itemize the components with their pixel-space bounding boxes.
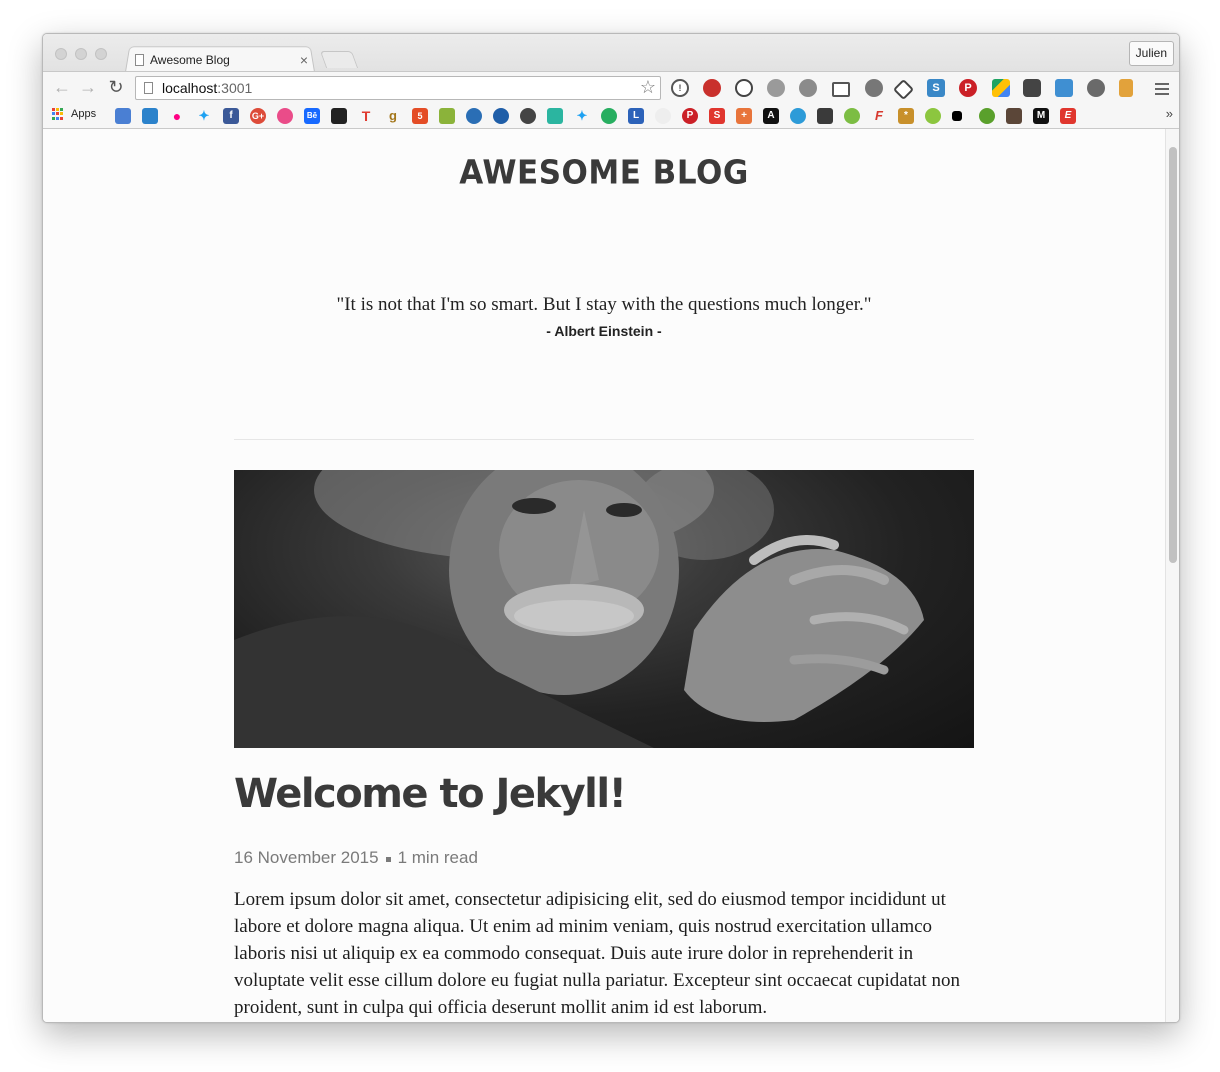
extension-eyedropper-icon[interactable] — [865, 79, 883, 97]
bookmark-facebook-icon[interactable]: f — [223, 108, 239, 124]
extension-camera-icon[interactable] — [1023, 79, 1041, 97]
bookmark-bird-icon[interactable]: ✦ — [574, 108, 590, 124]
scrollbar-thumb[interactable] — [1169, 147, 1177, 563]
bookmark-f-icon[interactable]: F — [871, 108, 887, 124]
bookmark-circle-icon[interactable] — [493, 108, 509, 124]
forward-icon[interactable]: → — [77, 76, 99, 98]
apps-label: Apps — [71, 108, 97, 120]
reload-icon[interactable]: ↻ — [105, 76, 127, 98]
post-date: 16 November 2015 — [234, 848, 379, 867]
tab-close-icon[interactable]: × — [297, 52, 311, 68]
bookmark-html5-icon[interactable]: 5 — [412, 108, 428, 124]
extension-stop-icon[interactable] — [735, 79, 753, 97]
bookmark-twitter-icon[interactable]: ✦ — [196, 108, 212, 124]
bookmark-teal-icon[interactable] — [547, 108, 563, 124]
bookmark-blue-circle-icon[interactable] — [790, 108, 806, 124]
extension-recycle-icon[interactable] — [767, 79, 785, 97]
page-icon — [135, 54, 144, 66]
post-read-time: 1 min read — [397, 848, 478, 867]
bookmark-l-icon[interactable]: L — [628, 108, 644, 124]
bookmark-drop-icon[interactable] — [466, 108, 482, 124]
bookmark-g-icon[interactable]: g — [385, 108, 401, 124]
extension-info-icon[interactable]: ! — [671, 79, 689, 97]
extension-diamond-icon[interactable] — [892, 78, 915, 101]
tab-title: Awesome Blog — [150, 53, 230, 67]
apps-grid-icon — [52, 108, 64, 120]
bookmark-e-icon[interactable]: E — [1060, 108, 1076, 124]
bookmark-sprout-icon[interactable] — [979, 108, 995, 124]
bookmark-chart-icon[interactable] — [439, 108, 455, 124]
page-content: AWESOME BLOG "It is not that I'm so smar… — [43, 129, 1165, 1022]
bookmark-square-icon[interactable] — [952, 111, 962, 121]
bookmark-behance-icon[interactable]: Bē — [304, 108, 320, 124]
extension-cast-icon[interactable] — [832, 82, 850, 97]
profile-button[interactable]: Julien — [1128, 41, 1174, 66]
post-hero-image[interactable] — [234, 470, 974, 748]
header-quote: "It is not that I'm so smart. But I stay… — [336, 294, 872, 315]
post-title[interactable]: Welcome to Jekyll! — [234, 771, 627, 817]
bookmark-panda-icon[interactable] — [655, 108, 671, 124]
bookmark-pinterest-icon[interactable]: P — [682, 108, 698, 124]
bookmarks-bar: Apps ● ✦ f G+ Bē T g 5 ✦ L P S + A F * M… — [43, 103, 1179, 129]
extension-pinterest-icon[interactable]: P — [959, 79, 977, 97]
extension-reel-icon[interactable] — [799, 79, 817, 97]
bookmark-flickr-icon[interactable]: ● — [169, 108, 185, 124]
bookmark-s-icon[interactable]: S — [709, 108, 725, 124]
browser-tab[interactable]: Awesome Blog × — [135, 50, 311, 70]
bookmark-video-icon[interactable] — [331, 108, 347, 124]
bookmark-trello-icon[interactable] — [142, 108, 158, 124]
browser-toolbar: ← → ↻ localhost:3001 ☆ ! S P — [43, 71, 1179, 104]
bookmark-asterisk-icon[interactable]: * — [898, 108, 914, 124]
extension-ruler-icon[interactable] — [1119, 79, 1133, 97]
bookmarks-overflow-icon[interactable]: » — [1166, 106, 1173, 121]
bookmark-apps[interactable]: Apps — [52, 108, 96, 120]
bookmark-m-icon[interactable]: M — [1033, 108, 1049, 124]
bookmark-layers-icon[interactable] — [817, 108, 833, 124]
page-icon — [144, 82, 153, 94]
bookmark-t-icon[interactable]: T — [358, 108, 374, 124]
bookmark-star-icon[interactable]: ☆ — [640, 77, 656, 98]
bookmark-frog-icon[interactable] — [844, 108, 860, 124]
minimize-window-button[interactable] — [75, 48, 87, 60]
bookmark-googleplus-icon[interactable]: G+ — [250, 108, 266, 124]
post-meta: 16 November 2015 1 min read — [234, 848, 478, 868]
new-tab-button[interactable] — [319, 51, 359, 68]
back-icon[interactable]: ← — [51, 76, 73, 98]
extension-s-icon[interactable]: S — [927, 79, 945, 97]
extension-adblock-icon[interactable] — [703, 79, 721, 97]
bookmark-cat-icon[interactable] — [1006, 108, 1022, 124]
bookmark-dribbble-icon[interactable] — [277, 108, 293, 124]
bookmark-plus-icon[interactable]: + — [736, 108, 752, 124]
post-excerpt: Lorem ipsum dolor sit amet, consectetur … — [234, 889, 960, 1018]
quote-author: - Albert Einstein - — [546, 323, 662, 339]
bookmark-a-icon[interactable]: A — [763, 108, 779, 124]
divider — [234, 439, 974, 440]
bookmark-gear-icon[interactable] — [520, 108, 536, 124]
bookmark-leaf2-icon[interactable] — [925, 108, 941, 124]
menu-icon[interactable] — [1155, 83, 1169, 98]
close-window-button[interactable] — [55, 48, 67, 60]
site-title[interactable]: AWESOME BLOG — [43, 154, 1165, 192]
address-bar[interactable]: localhost:3001 ☆ — [135, 76, 661, 100]
extension-drive-icon[interactable] — [992, 79, 1010, 97]
extension-box-icon[interactable] — [1055, 79, 1073, 97]
url-port: :3001 — [217, 80, 253, 96]
bookmark-mail-icon[interactable] — [115, 108, 131, 124]
extension-cloud-icon[interactable] — [1087, 79, 1105, 97]
zoom-window-button[interactable] — [95, 48, 107, 60]
tab-strip: Awesome Blog × Julien — [43, 34, 1179, 72]
meta-separator — [385, 856, 391, 862]
bookmark-leaf-icon[interactable] — [601, 108, 617, 124]
url-host: localhost — [162, 80, 218, 96]
browser-window: Awesome Blog × Julien ← → ↻ localhost:30… — [42, 33, 1180, 1023]
portrait-photo — [234, 470, 924, 748]
page-scrollbar[interactable] — [1165, 129, 1179, 1022]
